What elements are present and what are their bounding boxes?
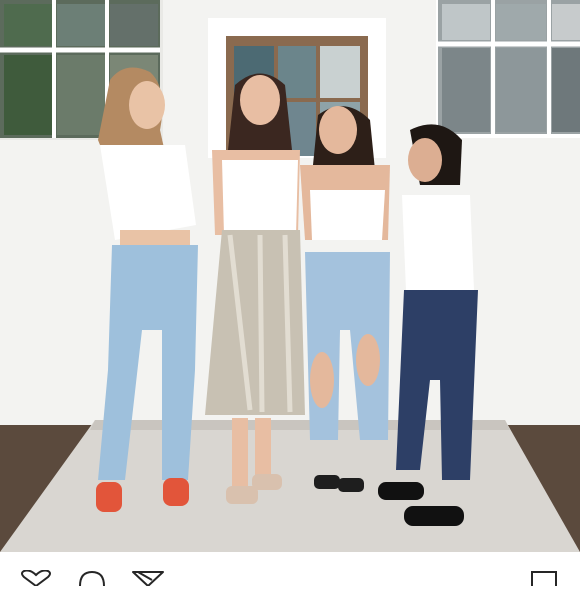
sidewalk: [0, 420, 580, 552]
share-button[interactable]: [130, 570, 166, 587]
like-button[interactable]: [18, 569, 54, 588]
right-window: [436, 0, 580, 138]
save-button[interactable]: [528, 570, 564, 586]
post-actions-bar: [0, 552, 580, 588]
send-icon: [132, 571, 164, 587]
post-photo[interactable]: [0, 0, 580, 552]
comment-button[interactable]: [74, 570, 110, 587]
comment-icon: [79, 570, 105, 587]
bookmark-icon: [531, 571, 557, 586]
heart-icon: [21, 569, 51, 588]
